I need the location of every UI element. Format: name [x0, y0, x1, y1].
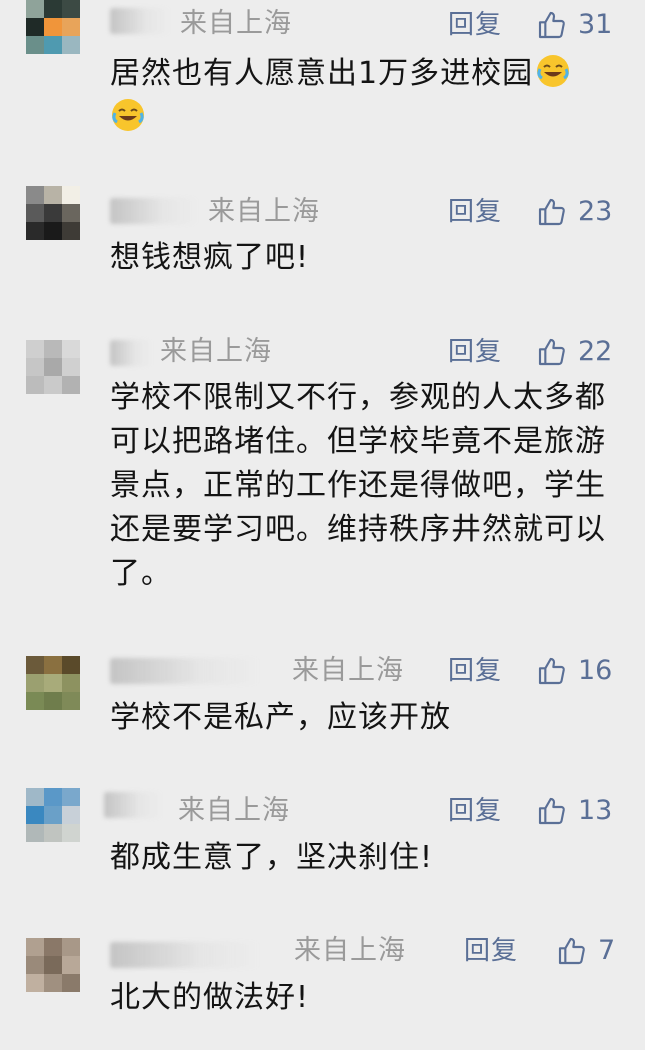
username-blurred[interactable]: [110, 198, 198, 224]
like-count: 13: [578, 795, 613, 826]
username-blurred[interactable]: [110, 8, 170, 34]
comment-text: 学校不是私产，应该开放: [110, 700, 451, 735]
location-label: 来自上海: [208, 196, 320, 227]
laughing-crying-emoji-icon: [110, 97, 146, 133]
thumbs-up-icon: [538, 797, 565, 825]
location-label: 来自上海: [292, 655, 404, 686]
location-label: 来自上海: [180, 8, 292, 39]
like-count: 23: [578, 196, 613, 227]
reply-button[interactable]: 回复: [464, 934, 518, 968]
thumbs-up-icon: [538, 338, 565, 366]
comment-text: 想钱想疯了吧!: [110, 240, 310, 275]
comment-item: 来自上海 回复 16 学校不是私产，应该开放: [0, 640, 645, 770]
location-label: 来自上海: [160, 336, 272, 367]
location-label: 来自上海: [294, 935, 406, 966]
like-count: 22: [578, 336, 613, 367]
avatar[interactable]: [26, 788, 80, 842]
username-blurred[interactable]: [104, 792, 162, 818]
reply-button[interactable]: 回复: [448, 654, 502, 688]
comment-item: 来自上海 回复 23 想钱想疯了吧!: [0, 180, 645, 310]
comment-text-body: 居然也有人愿意出1万多进校园: [110, 56, 534, 91]
like-count: 16: [578, 655, 613, 686]
comment-text: 学校不限制又不行，参观的人太多都可以把路堵住。但学校毕竟不是旅游景点，正常的工作…: [110, 380, 606, 591]
like-button[interactable]: 23: [536, 195, 612, 229]
avatar[interactable]: [26, 340, 80, 394]
like-button[interactable]: 13: [536, 794, 612, 828]
avatar[interactable]: [26, 186, 80, 240]
like-button[interactable]: 22: [536, 335, 612, 369]
comment-item: 来自上海 回复 31 居然也有人愿意出1万多进校园: [0, 0, 645, 170]
comment-text: 居然也有人愿意出1万多进校园: [110, 52, 630, 140]
reply-button[interactable]: 回复: [448, 195, 502, 229]
location-label: 来自上海: [178, 795, 290, 826]
avatar[interactable]: [26, 0, 80, 54]
like-count: 7: [598, 935, 616, 966]
like-button[interactable]: 7: [556, 934, 615, 968]
avatar[interactable]: [26, 938, 80, 992]
reply-button[interactable]: 回复: [448, 8, 502, 42]
username-blurred[interactable]: [110, 658, 260, 684]
comment-text: 北大的做法好!: [110, 980, 310, 1015]
thumbs-up-icon: [538, 198, 565, 226]
thumbs-up-icon: [538, 657, 565, 685]
username-blurred[interactable]: [110, 942, 260, 968]
like-button[interactable]: 31: [536, 8, 612, 42]
laughing-crying-emoji-icon: [535, 53, 571, 89]
like-button[interactable]: 16: [536, 654, 612, 688]
reply-button[interactable]: 回复: [448, 335, 502, 369]
comment-item: 来自上海 回复 7 北大的做法好!: [0, 920, 645, 1050]
like-count: 31: [578, 9, 613, 40]
username-blurred[interactable]: [110, 340, 152, 366]
thumbs-up-icon: [538, 11, 565, 39]
reply-button[interactable]: 回复: [448, 794, 502, 828]
comment-item: 来自上海 回复 13 都成生意了，坚决刹住!: [0, 780, 645, 910]
comment-item: 来自上海 回复 22 学校不限制又不行，参观的人太多都可以把路堵住。但学校毕竟不…: [0, 320, 645, 620]
comment-text: 都成生意了，坚决刹住!: [110, 840, 434, 875]
avatar[interactable]: [26, 656, 80, 710]
thumbs-up-icon: [558, 937, 585, 965]
